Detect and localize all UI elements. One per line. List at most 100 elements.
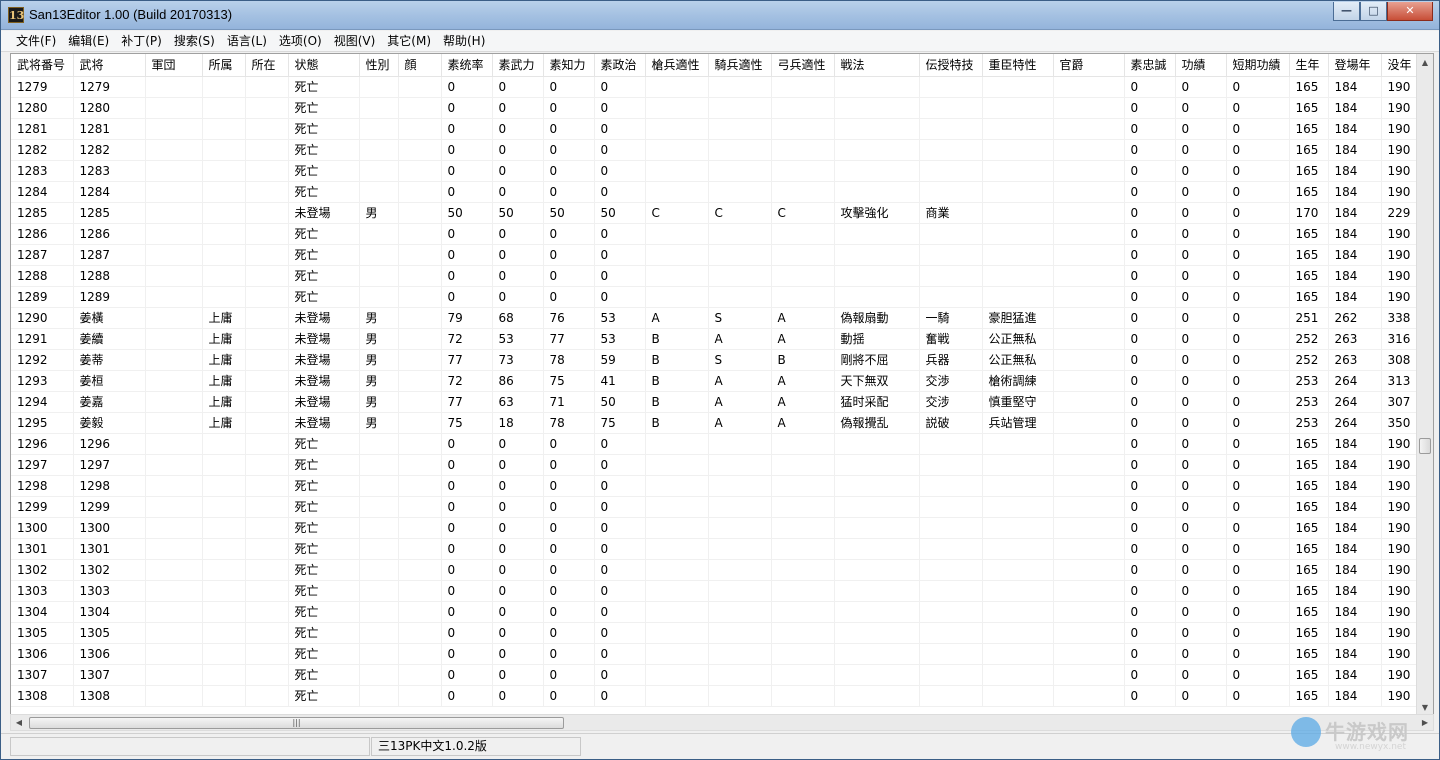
- table-row[interactable]: 1285 1285 未登場男 50 50 50 50 C C C 攻擊強化 商業 0 0 0 170 184 22…: [11, 202, 1417, 224]
- table-cell[interactable]: 0: [594, 559, 646, 581]
- table-row[interactable]: 1282 1282 死亡 0 0 0 0 0 0 0 165 184 190: [11, 139, 1417, 161]
- table-cell[interactable]: [359, 601, 399, 623]
- table-cell[interactable]: 0: [492, 685, 544, 707]
- table-cell[interactable]: [771, 538, 835, 560]
- table-cell[interactable]: 0: [594, 160, 646, 182]
- table-cell[interactable]: 53: [594, 328, 646, 350]
- table-cell[interactable]: 0: [1175, 244, 1227, 266]
- table-cell[interactable]: [245, 244, 289, 266]
- table-cell[interactable]: 338: [1381, 307, 1417, 329]
- table-cell[interactable]: [919, 622, 983, 644]
- table-cell[interactable]: [834, 139, 920, 161]
- table-cell[interactable]: [1053, 97, 1125, 119]
- table-cell[interactable]: [771, 580, 835, 602]
- table-cell[interactable]: 0: [594, 517, 646, 539]
- table-cell[interactable]: [202, 202, 246, 224]
- table-cell[interactable]: 死亡: [288, 160, 360, 182]
- table-cell[interactable]: [1053, 643, 1125, 665]
- table-cell[interactable]: [359, 496, 399, 518]
- table-cell[interactable]: 0: [492, 496, 544, 518]
- table-cell[interactable]: 264: [1328, 391, 1382, 413]
- table-cell[interactable]: 1304: [11, 601, 74, 623]
- table-cell[interactable]: 184: [1328, 559, 1382, 581]
- table-cell[interactable]: 165: [1289, 580, 1329, 602]
- column-header[interactable]: 武将: [73, 54, 146, 77]
- table-cell[interactable]: [145, 517, 203, 539]
- table-cell[interactable]: 0: [492, 475, 544, 497]
- table-cell[interactable]: [202, 433, 246, 455]
- table-cell[interactable]: [708, 139, 772, 161]
- table-cell[interactable]: 0: [543, 118, 595, 140]
- table-cell[interactable]: [982, 580, 1054, 602]
- table-cell[interactable]: 264: [1328, 412, 1382, 434]
- table-cell[interactable]: 252: [1289, 349, 1329, 371]
- table-cell[interactable]: 53: [594, 307, 646, 329]
- table-cell[interactable]: [708, 118, 772, 140]
- title-bar[interactable]: 13 San13Editor 1.00 (Build 20170313) — □…: [1, 1, 1439, 30]
- table-cell[interactable]: 0: [1226, 160, 1290, 182]
- table-cell[interactable]: [359, 622, 399, 644]
- table-cell[interactable]: 0: [543, 685, 595, 707]
- table-cell[interactable]: [145, 391, 203, 413]
- table-cell[interactable]: [145, 559, 203, 581]
- table-cell[interactable]: 50: [594, 391, 646, 413]
- table-cell[interactable]: [145, 202, 203, 224]
- table-cell[interactable]: [982, 622, 1054, 644]
- table-cell[interactable]: 1295: [11, 412, 74, 434]
- table-cell[interactable]: 0: [594, 643, 646, 665]
- table-cell[interactable]: 1282: [11, 139, 74, 161]
- table-cell[interactable]: 0: [543, 664, 595, 686]
- column-header[interactable]: 戦法: [834, 54, 920, 77]
- table-cell[interactable]: [708, 517, 772, 539]
- table-cell[interactable]: [771, 286, 835, 308]
- column-header[interactable]: 重臣特性: [982, 54, 1054, 77]
- table-cell[interactable]: [145, 244, 203, 266]
- table-cell[interactable]: 0: [594, 139, 646, 161]
- table-cell[interactable]: 190: [1381, 286, 1417, 308]
- table-cell[interactable]: 0: [543, 223, 595, 245]
- table-cell[interactable]: 313: [1381, 370, 1417, 392]
- table-cell[interactable]: [1053, 622, 1125, 644]
- table-cell[interactable]: [202, 181, 246, 203]
- table-row[interactable]: 1280 1280 死亡 0 0 0 0 0 0 0 165 184 190: [11, 97, 1417, 119]
- table-cell[interactable]: 0: [1124, 181, 1176, 203]
- table-cell[interactable]: 0: [594, 538, 646, 560]
- table-cell[interactable]: [834, 97, 920, 119]
- table-cell[interactable]: 0: [1175, 223, 1227, 245]
- table-cell[interactable]: [834, 538, 920, 560]
- table-cell[interactable]: A: [771, 370, 835, 392]
- table-cell[interactable]: 0: [441, 601, 493, 623]
- table-cell[interactable]: [834, 181, 920, 203]
- table-cell[interactable]: 0: [1175, 97, 1227, 119]
- table-cell[interactable]: [202, 685, 246, 707]
- table-cell[interactable]: 死亡: [288, 433, 360, 455]
- table-cell[interactable]: [398, 496, 442, 518]
- table-cell[interactable]: [1053, 454, 1125, 476]
- table-cell[interactable]: 死亡: [288, 496, 360, 518]
- table-cell[interactable]: [919, 286, 983, 308]
- table-cell[interactable]: 0: [1175, 643, 1227, 665]
- table-cell[interactable]: [398, 559, 442, 581]
- table-cell[interactable]: [708, 622, 772, 644]
- table-cell[interactable]: 1298: [73, 475, 146, 497]
- table-cell[interactable]: 1300: [11, 517, 74, 539]
- table-cell[interactable]: [245, 433, 289, 455]
- table-cell[interactable]: 75: [543, 370, 595, 392]
- column-header[interactable]: 武将番号: [11, 54, 74, 77]
- table-row[interactable]: 1296 1296 死亡 0 0 0 0 0 0 0 165 184 190: [11, 433, 1417, 455]
- table-cell[interactable]: 184: [1328, 622, 1382, 644]
- table-cell[interactable]: 0: [441, 517, 493, 539]
- table-cell[interactable]: 未登場: [288, 307, 360, 329]
- app-icon[interactable]: 13: [8, 7, 24, 23]
- column-header[interactable]: 槍兵適性: [645, 54, 709, 77]
- table-cell[interactable]: 0: [492, 139, 544, 161]
- table-cell[interactable]: 190: [1381, 580, 1417, 602]
- table-cell[interactable]: A: [708, 328, 772, 350]
- table-cell[interactable]: [145, 307, 203, 329]
- table-cell[interactable]: 190: [1381, 97, 1417, 119]
- table-cell[interactable]: [919, 454, 983, 476]
- table-cell[interactable]: [708, 538, 772, 560]
- table-cell[interactable]: 263: [1328, 349, 1382, 371]
- table-cell[interactable]: 184: [1328, 160, 1382, 182]
- table-cell[interactable]: 307: [1381, 391, 1417, 413]
